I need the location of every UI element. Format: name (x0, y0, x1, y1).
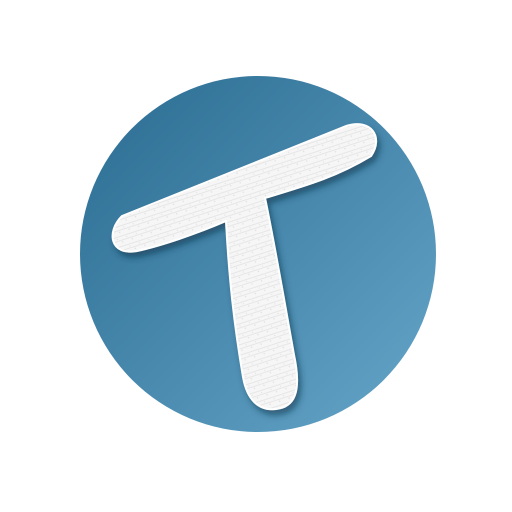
brush-t-logo-icon (80, 76, 436, 432)
app-icon-canvas (0, 0, 512, 512)
